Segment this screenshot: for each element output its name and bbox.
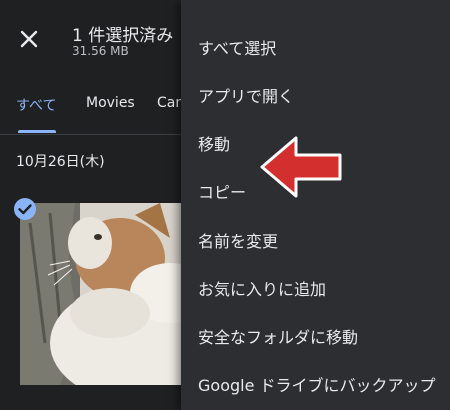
menu-item-backup-drive[interactable]: Google ドライブにバックアップ bbox=[181, 360, 450, 408]
menu-item-add-favorite[interactable]: お気に入りに追加 bbox=[181, 264, 450, 312]
tab-movies[interactable]: Movies bbox=[86, 95, 135, 111]
menu-item-open-with[interactable]: アプリで開く bbox=[181, 71, 450, 119]
menu-item-rename[interactable]: 名前を変更 bbox=[181, 216, 450, 264]
check-circle-icon[interactable] bbox=[13, 197, 37, 221]
overflow-menu: すべて選択 アプリで開く 移動 コピー 名前を変更 お気に入りに追加 安全なフォ… bbox=[181, 0, 450, 410]
tab-all[interactable]: すべて bbox=[16, 95, 56, 115]
selection-size: 31.56 MB bbox=[72, 44, 129, 58]
red-arrow-icon bbox=[260, 136, 342, 198]
menu-item-move-safe-folder[interactable]: 安全なフォルダに移動 bbox=[181, 312, 450, 360]
menu-item-select-all[interactable]: すべて選択 bbox=[181, 23, 450, 71]
selection-count-title: 1 件選択済み bbox=[72, 26, 174, 46]
close-icon[interactable] bbox=[16, 26, 42, 52]
date-heading: 10月26日(木) bbox=[16, 154, 105, 170]
active-tab-indicator bbox=[18, 130, 56, 133]
